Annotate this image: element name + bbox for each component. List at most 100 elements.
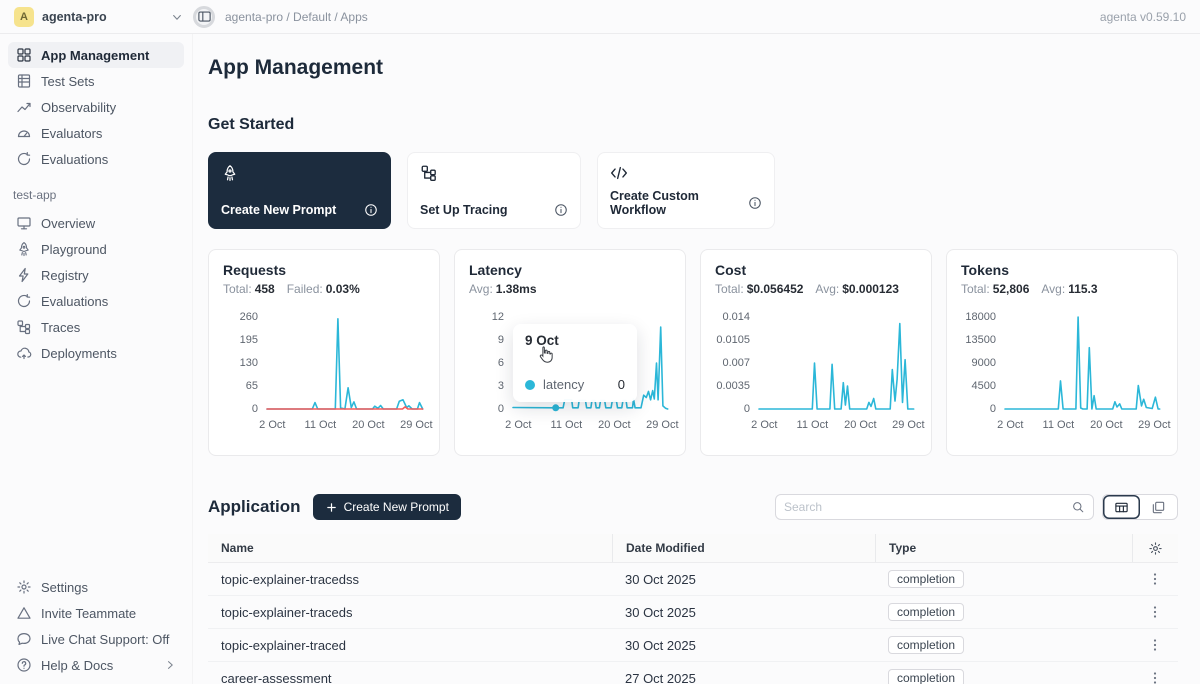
get-started-cards: Create New Prompt Set Up Tracing Create Cu… <box>208 152 1178 229</box>
sidebar-item-label: Evaluators <box>41 126 102 141</box>
sidebar-item-deployments[interactable]: Deployments <box>8 340 184 366</box>
metric-card-requests: RequestsTotal:458Failed:0.03%26019513065… <box>208 249 440 456</box>
main-content: App Management Get Started Create New Pr… <box>193 34 1200 684</box>
sidebar-item-test-sets[interactable]: Test Sets <box>8 68 184 94</box>
type-badge: completion <box>888 570 964 588</box>
type-badge: completion <box>888 603 964 621</box>
sidebar-item-label: Observability <box>41 100 116 115</box>
tree-icon <box>16 319 32 335</box>
sidebar-item-overview[interactable]: Overview <box>8 210 184 236</box>
cell-type: completion <box>875 636 1132 654</box>
metric-stats: Total:458Failed:0.03% <box>223 282 425 296</box>
column-header-name[interactable]: Name <box>208 534 612 562</box>
metric-stat: Total:52,806 <box>961 282 1029 296</box>
x-axis-labels: 2 Oct11 Oct20 Oct29 Oct <box>513 419 673 433</box>
search-input[interactable] <box>784 500 1065 514</box>
column-header-date-modified[interactable]: Date Modified <box>612 534 875 562</box>
metric-stat: Avg:115.3 <box>1041 282 1097 296</box>
code-icon <box>610 164 628 182</box>
sidebar-item-observability[interactable]: Observability <box>8 94 184 120</box>
sidebar-item-label: Live Chat Support: Off <box>41 632 169 647</box>
metric-stat: Avg:$0.000123 <box>815 282 899 296</box>
column-header-type[interactable]: Type <box>875 534 1132 562</box>
table-row[interactable]: career-assessment27 Oct 2025 completion <box>208 662 1178 684</box>
cell-type: completion <box>875 669 1132 684</box>
workspace-avatar: A <box>14 7 34 27</box>
tooltip-date: 9 Oct <box>525 333 625 348</box>
workspace-selector[interactable]: A agenta-pro <box>0 7 193 27</box>
sidebar-bottom-nav: Settings Invite Teammate Live Chat Support… <box>8 574 184 678</box>
metrics-row: RequestsTotal:458Failed:0.03%26019513065… <box>208 249 1178 456</box>
help-icon <box>16 657 32 673</box>
type-badge: completion <box>888 669 964 684</box>
sidebar-item-label: Deployments <box>41 346 117 361</box>
table-header: Name Date Modified Type <box>208 534 1178 563</box>
metric-stats: Avg:1.38ms <box>469 282 671 296</box>
card-view-button[interactable] <box>1140 495 1177 519</box>
sidebar-item-traces[interactable]: Traces <box>8 314 184 340</box>
cell-name: career-assessment <box>208 671 612 684</box>
get-started-card-create-custom-workflow[interactable]: Create Custom Workflow <box>597 152 775 229</box>
table-view-icon <box>1114 500 1129 515</box>
sidebar-item-settings[interactable]: Settings <box>8 574 184 600</box>
info-icon <box>554 203 568 217</box>
sidebar-item-label: Playground <box>41 242 107 257</box>
sidebar-item-invite-teammate[interactable]: Invite Teammate <box>8 600 184 626</box>
get-started-card-label: Set Up Tracing <box>420 203 508 217</box>
row-menu-icon[interactable] <box>1147 637 1163 653</box>
sidebar-item-help-docs[interactable]: Help & Docs <box>8 652 184 678</box>
cell-date-modified: 27 Oct 2025 <box>612 671 875 684</box>
sidebar-item-label: Traces <box>41 320 80 335</box>
bolt-icon <box>16 267 32 283</box>
metric-title: Latency <box>469 262 671 278</box>
sidebar-item-evaluators[interactable]: Evaluators <box>8 120 184 146</box>
metric-title: Requests <box>223 262 425 278</box>
table-row[interactable]: topic-explainer-traced30 Oct 2025complet… <box>208 629 1178 662</box>
cell-date-modified: 30 Oct 2025 <box>612 638 875 653</box>
sidebar-item-app-management[interactable]: App Management <box>8 42 184 68</box>
chat-icon <box>16 631 32 647</box>
metric-stat: Failed:0.03% <box>287 282 360 296</box>
sidebar-section-label: test-app <box>13 188 179 202</box>
cell-name: topic-explainer-tracedss <box>208 572 612 587</box>
metric-stat: Avg:1.38ms <box>469 282 537 296</box>
table-row[interactable]: topic-explainer-tracedss30 Oct 2025compl… <box>208 563 1178 596</box>
row-menu-icon[interactable] <box>1147 604 1163 620</box>
get-started-title: Get Started <box>208 116 1178 134</box>
sidebar-item-label: Registry <box>41 268 89 283</box>
chevright-icon <box>164 659 176 671</box>
sidebar-item-evaluations[interactable]: Evaluations <box>8 288 184 314</box>
row-menu-icon[interactable] <box>1147 670 1163 684</box>
sidebar-item-label: Invite Teammate <box>41 606 136 621</box>
sidebar-collapse-button[interactable] <box>193 6 215 28</box>
plus-icon <box>325 501 338 514</box>
chart-plot-cost[interactable]: 2 Oct11 Oct20 Oct29 Oct <box>759 309 917 416</box>
sidebar-item-evaluations[interactable]: Evaluations <box>8 146 184 172</box>
search-icon[interactable] <box>1071 500 1085 514</box>
table-body: topic-explainer-tracedss30 Oct 2025compl… <box>208 563 1178 684</box>
column-settings-gear-icon[interactable] <box>1148 541 1163 556</box>
loop-icon <box>16 293 32 309</box>
application-title: Application <box>208 497 301 517</box>
table-row[interactable]: topic-explainer-traceds30 Oct 2025comple… <box>208 596 1178 629</box>
chart-plot-tokens[interactable]: 2 Oct11 Oct20 Oct29 Oct <box>1005 309 1163 416</box>
chart-plot-requests[interactable]: 2 Oct11 Oct20 Oct29 Oct <box>267 309 425 416</box>
chevron-down-icon <box>171 11 183 23</box>
create-new-prompt-label: Create New Prompt <box>344 500 449 514</box>
breadcrumb: agenta-pro / Default / Apps <box>225 10 368 24</box>
y-axis-labels: 129630 <box>469 309 513 416</box>
x-axis-labels: 2 Oct11 Oct20 Oct29 Oct <box>1005 419 1165 433</box>
row-menu-icon[interactable] <box>1147 571 1163 587</box>
info-icon <box>364 203 378 217</box>
sidebar-item-registry[interactable]: Registry <box>8 262 184 288</box>
x-axis-labels: 2 Oct11 Oct20 Oct29 Oct <box>759 419 919 433</box>
get-started-card-set-up-tracing[interactable]: Set Up Tracing <box>407 152 581 229</box>
table-view-button[interactable] <box>1103 495 1140 519</box>
tooltip-series-row: latency 0 <box>525 377 625 392</box>
sidebar-item-playground[interactable]: Playground <box>8 236 184 262</box>
get-started-card-create-new-prompt[interactable]: Create New Prompt <box>208 152 391 229</box>
sidebar-item-live-chat-support-off[interactable]: Live Chat Support: Off <box>8 626 184 652</box>
get-started-card-label: Create New Prompt <box>221 203 336 217</box>
sidebar-item-label: Settings <box>41 580 88 595</box>
create-new-prompt-button[interactable]: Create New Prompt <box>313 494 461 520</box>
